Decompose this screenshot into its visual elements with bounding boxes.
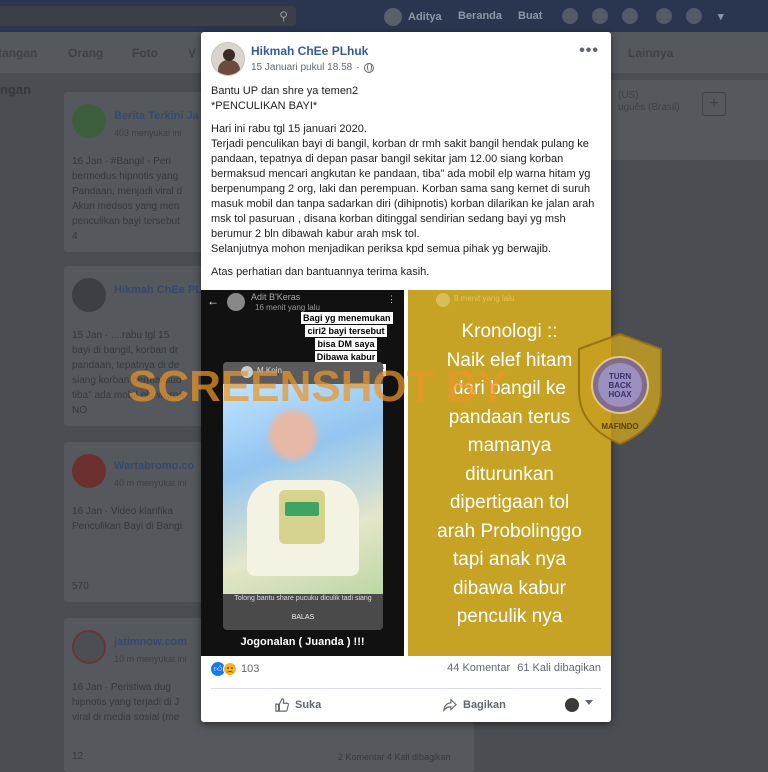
card-reactions: 12 — [72, 751, 84, 762]
back-arrow-icon: ← — [207, 294, 219, 308]
right-panel-title: (US) — [618, 90, 639, 101]
page-avatar — [72, 104, 106, 138]
dot-separator: · — [356, 62, 360, 73]
account-icon[interactable] — [686, 8, 702, 24]
engagement-counts: 44 Komentar 61 Kali dibagikan — [443, 662, 601, 674]
tab-item[interactable]: tangan — [0, 46, 37, 60]
home-link[interactable]: Beranda — [458, 10, 502, 22]
share-label: Bagikan — [463, 699, 506, 711]
tab-photos[interactable]: Foto — [132, 46, 158, 60]
search-icon[interactable]: ⚲ — [279, 9, 288, 23]
create-link[interactable]: Buat — [518, 10, 542, 22]
post-paragraph: *PENCULIKAN BAYI* — [211, 100, 318, 112]
right-panel-subtitle: uguês (Brasil) — [618, 102, 680, 113]
page-avatar — [72, 630, 106, 664]
share-icon — [443, 698, 457, 712]
chevron-down-icon[interactable]: ▾ — [718, 10, 724, 23]
card-reactions: NO — [72, 405, 87, 416]
kronologi-photo[interactable]: 8 menit yang lalu Kronologi :: Naik elef… — [408, 290, 611, 656]
divider — [211, 688, 601, 689]
kronologi-text: Kronologi :: Naik elef hitam dari bangil… — [437, 321, 582, 627]
globe-icon — [363, 62, 374, 73]
more-vertical-icon: ⋮ — [387, 294, 396, 304]
svg-text:TURN: TURN — [609, 372, 631, 381]
card-subtitle: 10 m menyukai ini — [114, 654, 187, 664]
help-icon[interactable] — [656, 8, 672, 24]
profile-link[interactable]: Aditya — [384, 8, 442, 26]
reactions-summary[interactable]: 👍︎ 103 — [211, 662, 259, 676]
story-avatar — [227, 293, 245, 311]
left-sidebar: ngan — [0, 74, 64, 772]
story-avatar — [436, 293, 450, 307]
user-avatar — [384, 8, 402, 26]
card-name[interactable]: Berita Terkini Ja — [114, 110, 199, 122]
reactions-count: 103 — [241, 663, 260, 675]
post-photos: ← Adit B'Keras 16 menit yang lalu ⋮ Bagi… — [201, 288, 611, 658]
card-name[interactable]: Wartabromo.co — [114, 460, 194, 472]
inner-reply: BALAS — [291, 614, 315, 621]
post-paragraph: Atas perhatian dan bantuannya terima kas… — [211, 266, 430, 278]
thumbs-up-icon — [275, 698, 289, 712]
post-actions: Suka Bagikan — [211, 692, 601, 718]
svg-text:BACK: BACK — [608, 381, 631, 390]
comments-count[interactable]: 44 Komentar — [447, 662, 510, 674]
messenger-icon[interactable] — [592, 8, 608, 24]
post-body: Bantu UP dan shre ya temen2 *PENCULIKAN … — [211, 84, 601, 288]
like-button[interactable]: Suka — [275, 694, 321, 716]
page-avatar — [72, 454, 106, 488]
notifications-icon[interactable] — [622, 8, 638, 24]
post-header: Hikmah ChEe PLhuk 15 Januari pukul 18.58… — [211, 42, 601, 78]
chevron-down-icon[interactable] — [585, 700, 593, 705]
svg-text:HOAX: HOAX — [608, 390, 632, 399]
page-avatar — [72, 278, 106, 312]
tab-people[interactable]: Orang — [68, 46, 103, 60]
inner-screenshot: M Koin Tolong bantu share pucuku diculik… — [223, 362, 383, 630]
blurred-face — [269, 410, 317, 460]
author-avatar[interactable] — [211, 42, 245, 76]
more-options-icon[interactable]: ••• — [579, 42, 599, 60]
story-name: Adit B'Keras — [251, 292, 301, 302]
post-stats: 👍︎ 103 44 Komentar 61 Kali dibagikan — [211, 662, 601, 680]
story-time: 16 menit yang lalu — [255, 303, 320, 312]
inner-name: M Koin — [257, 366, 282, 375]
share-button[interactable]: Bagikan — [443, 694, 506, 716]
like-label: Suka — [295, 699, 322, 711]
search-box[interactable]: ⚲ — [0, 6, 296, 26]
story-time: 8 menit yang lalu — [454, 294, 515, 303]
card-name[interactable]: jatimnow.com — [114, 636, 187, 648]
post-paragraph: Bantu UP dan shre ya temen2 — [211, 85, 359, 97]
post-meta: 15 Januari pukul 18.58 · — [251, 62, 374, 73]
post-paragraph: Hari ini rabu tgl 15 januari 2020. — [211, 123, 367, 135]
inner-avatar — [241, 366, 253, 378]
shares-count[interactable]: 61 Kali dibagikan — [517, 662, 601, 674]
photo-caption: Jogonalan ( Juanda ) !!! — [240, 636, 365, 648]
right-panel: (US) uguês (Brasil) + — [610, 80, 768, 160]
inner-caption: Tolong bantu share pucuku diculik tadi s… — [234, 595, 372, 602]
sad-reaction-icon — [223, 662, 237, 676]
post-modal: Hikmah ChEe PLhuk 15 Januari pukul 18.58… — [201, 32, 611, 722]
friends-icon[interactable] — [562, 8, 578, 24]
post-paragraph: Terjadi penculikan bayi di bangil, korba… — [211, 138, 595, 240]
user-name: Aditya — [408, 11, 442, 23]
background-post-stats: 2 Komentar 4 Kali dibagikan — [338, 752, 451, 762]
sidebar-heading: ngan — [0, 82, 32, 97]
card-reactions: 570 — [72, 581, 89, 592]
post-author[interactable]: Hikmah ChEe PLhuk — [251, 44, 368, 58]
tab-videos[interactable]: V — [188, 46, 196, 60]
card-subtitle: 403 menyukai ini — [114, 128, 182, 138]
top-navigation-bar: ⚲ Aditya Beranda Buat ▾ — [0, 0, 768, 32]
add-language-button[interactable]: + — [702, 92, 726, 116]
card-subtitle: 40 m menyukai ini — [114, 478, 187, 488]
tab-more[interactable]: Lainnya — [628, 46, 673, 60]
post-paragraph: Selanjutnya mohon menjadikan periksa kpd… — [211, 243, 551, 255]
post-date[interactable]: 15 Januari pukul 18.58 — [251, 62, 352, 73]
story-header: 8 menit yang lalu — [408, 290, 611, 310]
story-screenshot-photo[interactable]: ← Adit B'Keras 16 menit yang lalu ⋮ Bagi… — [201, 290, 404, 656]
audience-avatar[interactable] — [565, 698, 579, 712]
card-reactions: 4 — [72, 231, 78, 242]
